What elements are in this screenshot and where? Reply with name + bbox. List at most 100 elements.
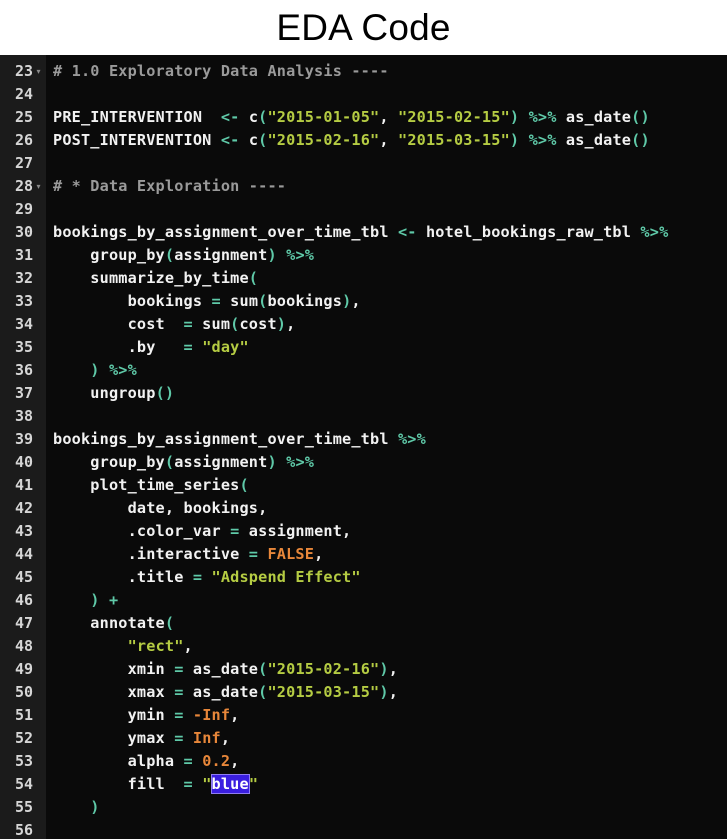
code-text[interactable]: ymin = -Inf,: [46, 704, 240, 727]
code-line[interactable]: 31▾ group_by(assignment) %>%: [0, 244, 727, 267]
code-line[interactable]: 49▾ xmin = as_date("2015-02-16"),: [0, 658, 727, 681]
code-token-op: =: [211, 292, 221, 310]
code-text[interactable]: bookings_by_assignment_over_time_tbl %>%: [46, 428, 426, 451]
code-text[interactable]: summarize_by_time(: [46, 267, 258, 290]
line-number: 39: [14, 430, 33, 448]
code-text[interactable]: annotate(: [46, 612, 174, 635]
fold-arrow-icon[interactable]: ▾: [33, 60, 44, 83]
line-number: 53: [14, 752, 33, 770]
code-line[interactable]: 48▾ "rect",: [0, 635, 727, 658]
code-token-op: %>%: [108, 361, 137, 379]
code-text[interactable]: .by = "day": [46, 336, 249, 359]
code-line[interactable]: 37▾ ungroup(): [0, 382, 727, 405]
code-token-string: "2015-03-15": [267, 683, 380, 701]
code-line[interactable]: 42▾ date, bookings,: [0, 497, 727, 520]
code-line[interactable]: 51▾ ymin = -Inf,: [0, 704, 727, 727]
line-number-cell: 38▾: [0, 405, 46, 428]
fold-arrow-icon[interactable]: ▾: [33, 175, 44, 198]
code-text[interactable]: cost = sum(cost),: [46, 313, 296, 336]
code-line[interactable]: 26▾POST_INTERVENTION <- c("2015-02-16", …: [0, 129, 727, 152]
code-line[interactable]: 28 ▾ # * Data Exploration ----: [0, 175, 727, 198]
code-text[interactable]: .color_var = assignment,: [46, 520, 352, 543]
code-line[interactable]: 23 ▾ # 1.0 Exploratory Data Analysis ----: [0, 60, 727, 83]
code-token-op: =: [183, 752, 193, 770]
code-text[interactable]: fill = "blue": [46, 773, 258, 796]
code-line[interactable]: 50▾ xmax = as_date("2015-03-15"),: [0, 681, 727, 704]
code-line[interactable]: 30▾bookings_by_assignment_over_time_tbl …: [0, 221, 727, 244]
code-line[interactable]: 27▾: [0, 152, 727, 175]
code-line[interactable]: 24▾: [0, 83, 727, 106]
code-text[interactable]: alpha = 0.2,: [46, 750, 240, 773]
code-text[interactable]: plot_time_series(: [46, 474, 249, 497]
line-number: 23: [14, 62, 33, 80]
code-line[interactable]: 53▾ alpha = 0.2,: [0, 750, 727, 773]
code-text[interactable]: date, bookings,: [46, 497, 268, 520]
code-line[interactable]: 34▾ cost = sum(cost),: [0, 313, 727, 336]
code-text[interactable]: ) %>%: [46, 359, 137, 382]
code-text[interactable]: xmin = as_date("2015-02-16"),: [46, 658, 398, 681]
code-text[interactable]: ymax = Inf,: [46, 727, 230, 750]
code-token-op: =: [174, 706, 184, 724]
code-text[interactable]: bookings = sum(bookings),: [46, 290, 361, 313]
code-text[interactable]: xmax = as_date("2015-03-15"),: [46, 681, 398, 704]
line-number: 43: [14, 522, 33, 540]
code-line[interactable]: 38▾: [0, 405, 727, 428]
line-number-cell: 42▾: [0, 497, 46, 520]
code-text[interactable]: POST_INTERVENTION <- c("2015-02-16", "20…: [46, 129, 650, 152]
code-token-plain: c: [248, 131, 259, 149]
code-text[interactable]: [46, 819, 62, 839]
code-line[interactable]: 56▾: [0, 819, 727, 839]
code-token-num: 0.2: [202, 752, 231, 770]
code-text[interactable]: ): [46, 796, 100, 819]
code-text[interactable]: group_by(assignment) %>%: [46, 451, 314, 474]
page-title: EDA Code: [276, 7, 451, 48]
code-token-const: FALSE: [267, 545, 315, 563]
code-text[interactable]: ) +: [46, 589, 118, 612]
code-line[interactable]: 52▾ ymax = Inf,: [0, 727, 727, 750]
code-token-plain: bookings_by_assignment_over_time_tbl: [53, 430, 398, 448]
code-line[interactable]: 39▾bookings_by_assignment_over_time_tbl …: [0, 428, 727, 451]
code-line[interactable]: 29▾: [0, 198, 727, 221]
code-line[interactable]: 47▾ annotate(: [0, 612, 727, 635]
code-line[interactable]: 32▾ summarize_by_time(: [0, 267, 727, 290]
code-text[interactable]: .title = "Adspend Effect": [46, 566, 361, 589]
code-token-plain: c: [248, 108, 259, 126]
code-line[interactable]: 25▾PRE_INTERVENTION <- c("2015-01-05", "…: [0, 106, 727, 129]
code-line[interactable]: 40▾ group_by(assignment) %>%: [0, 451, 727, 474]
code-text[interactable]: [46, 405, 62, 428]
code-line[interactable]: 43▾ .color_var = assignment,: [0, 520, 727, 543]
code-text[interactable]: [46, 152, 62, 175]
code-text[interactable]: [46, 198, 62, 221]
code-token-punct: ): [90, 361, 100, 379]
code-line[interactable]: 54▾ fill = "blue": [0, 773, 727, 796]
code-token-plain: ,: [379, 131, 399, 149]
code-line[interactable]: 44▾ .interactive = FALSE,: [0, 543, 727, 566]
code-token-string: ": [202, 775, 212, 793]
code-text[interactable]: "rect",: [46, 635, 193, 658]
code-text[interactable]: # 1.0 Exploratory Data Analysis ----: [46, 60, 389, 83]
code-token-punct: (: [164, 246, 175, 264]
code-text[interactable]: bookings_by_assignment_over_time_tbl <- …: [46, 221, 668, 244]
code-line[interactable]: 41▾ plot_time_series(: [0, 474, 727, 497]
code-text[interactable]: .interactive = FALSE,: [46, 543, 324, 566]
code-line[interactable]: 46▾ ) +: [0, 589, 727, 612]
code-token-op: %>%: [286, 453, 315, 471]
code-text[interactable]: ungroup(): [46, 382, 174, 405]
line-number-cell: 51▾: [0, 704, 46, 727]
code-line[interactable]: 35▾ .by = "day": [0, 336, 727, 359]
code-editor[interactable]: 23 ▾ # 1.0 Exploratory Data Analysis ---- 2…: [0, 55, 727, 839]
code-line[interactable]: 33▾ bookings = sum(bookings),: [0, 290, 727, 313]
code-line[interactable]: 36▾ ) %>%: [0, 359, 727, 382]
line-number-cell: 34▾: [0, 313, 46, 336]
code-text[interactable]: PRE_INTERVENTION <- c("2015-01-05", "201…: [46, 106, 650, 129]
code-line[interactable]: 45▾ .title = "Adspend Effect": [0, 566, 727, 589]
code-text[interactable]: [46, 83, 62, 106]
code-token-punct: ): [267, 246, 277, 264]
code-text[interactable]: # * Data Exploration ----: [46, 175, 286, 198]
code-line[interactable]: 55▾ ): [0, 796, 727, 819]
line-number-cell: 54▾: [0, 773, 46, 796]
code-text[interactable]: group_by(assignment) %>%: [46, 244, 314, 267]
